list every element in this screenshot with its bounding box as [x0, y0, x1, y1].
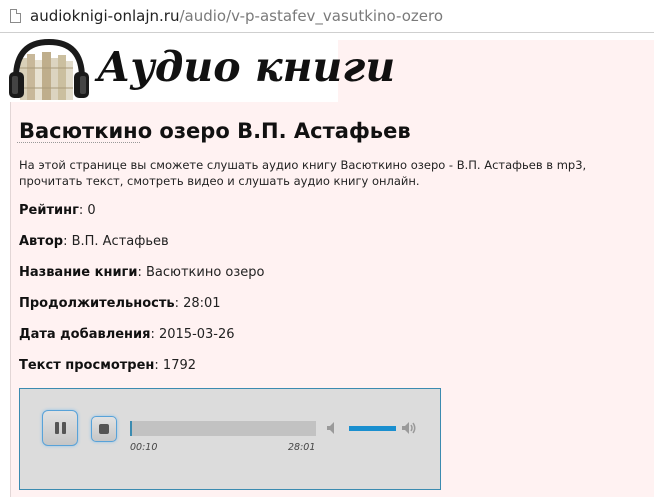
field-author: Автор: В.П. Астафьев [19, 234, 169, 249]
field-label: Автор [19, 234, 64, 249]
audio-player [19, 388, 441, 490]
field-value: 1792 [162, 358, 197, 373]
field-book-title: Название книги: Васюткино озеро [19, 265, 265, 280]
field-value: Васюткино озеро [145, 265, 265, 280]
current-time: 00:10 [130, 442, 158, 453]
field-value: 2015-03-26 [158, 327, 235, 342]
headphones-books-icon[interactable] [8, 38, 90, 102]
progress-bar[interactable] [130, 421, 316, 436]
stop-button[interactable] [91, 416, 117, 442]
title-underline [17, 142, 140, 143]
page-description: На этой странице вы сможете слушать ауди… [19, 158, 587, 188]
pause-icon-bar [62, 422, 66, 434]
stop-icon [99, 424, 109, 434]
field-label: Рейтинг [19, 203, 79, 218]
field-rating: Рейтинг: 0 [19, 203, 96, 218]
url-domain: audioknigi-onlajn.ru [30, 7, 180, 25]
page-icon [10, 9, 21, 23]
pause-button[interactable] [42, 410, 78, 446]
browser-address-bar[interactable]: audioknigi-onlajn.ru/audio/v-p-astafev_v… [0, 0, 654, 33]
speaker-volume-icon[interactable] [401, 420, 417, 436]
volume-slider[interactable] [349, 426, 396, 431]
speaker-mute-icon[interactable] [325, 420, 341, 436]
field-value: В.П. Астафьев [71, 234, 169, 249]
progress-fill [130, 421, 132, 436]
field-value: 28:01 [183, 296, 221, 311]
field-label: Продолжительность [19, 296, 175, 311]
duration-time: 28:01 [288, 442, 316, 453]
volume-fill [349, 426, 396, 431]
page-title: Васюткино озеро В.П. Астафьев [19, 119, 411, 143]
pause-icon [55, 422, 59, 434]
field-date-added: Дата добавления: 2015-03-26 [19, 327, 235, 342]
field-duration: Продолжительность: 28:01 [19, 296, 221, 311]
field-label: Название книги [19, 265, 138, 280]
field-label: Текст просмотрен [19, 358, 155, 373]
url-text[interactable]: audioknigi-onlajn.ru/audio/v-p-astafev_v… [30, 7, 443, 25]
field-value: 0 [87, 203, 96, 218]
field-label: Дата добавления [19, 327, 151, 342]
url-path: /audio/v-p-astafev_vasutkino-ozero [179, 7, 444, 25]
field-views: Текст просмотрен: 1792 [19, 358, 197, 373]
site-logo-text[interactable]: Аудио книги [97, 38, 395, 96]
